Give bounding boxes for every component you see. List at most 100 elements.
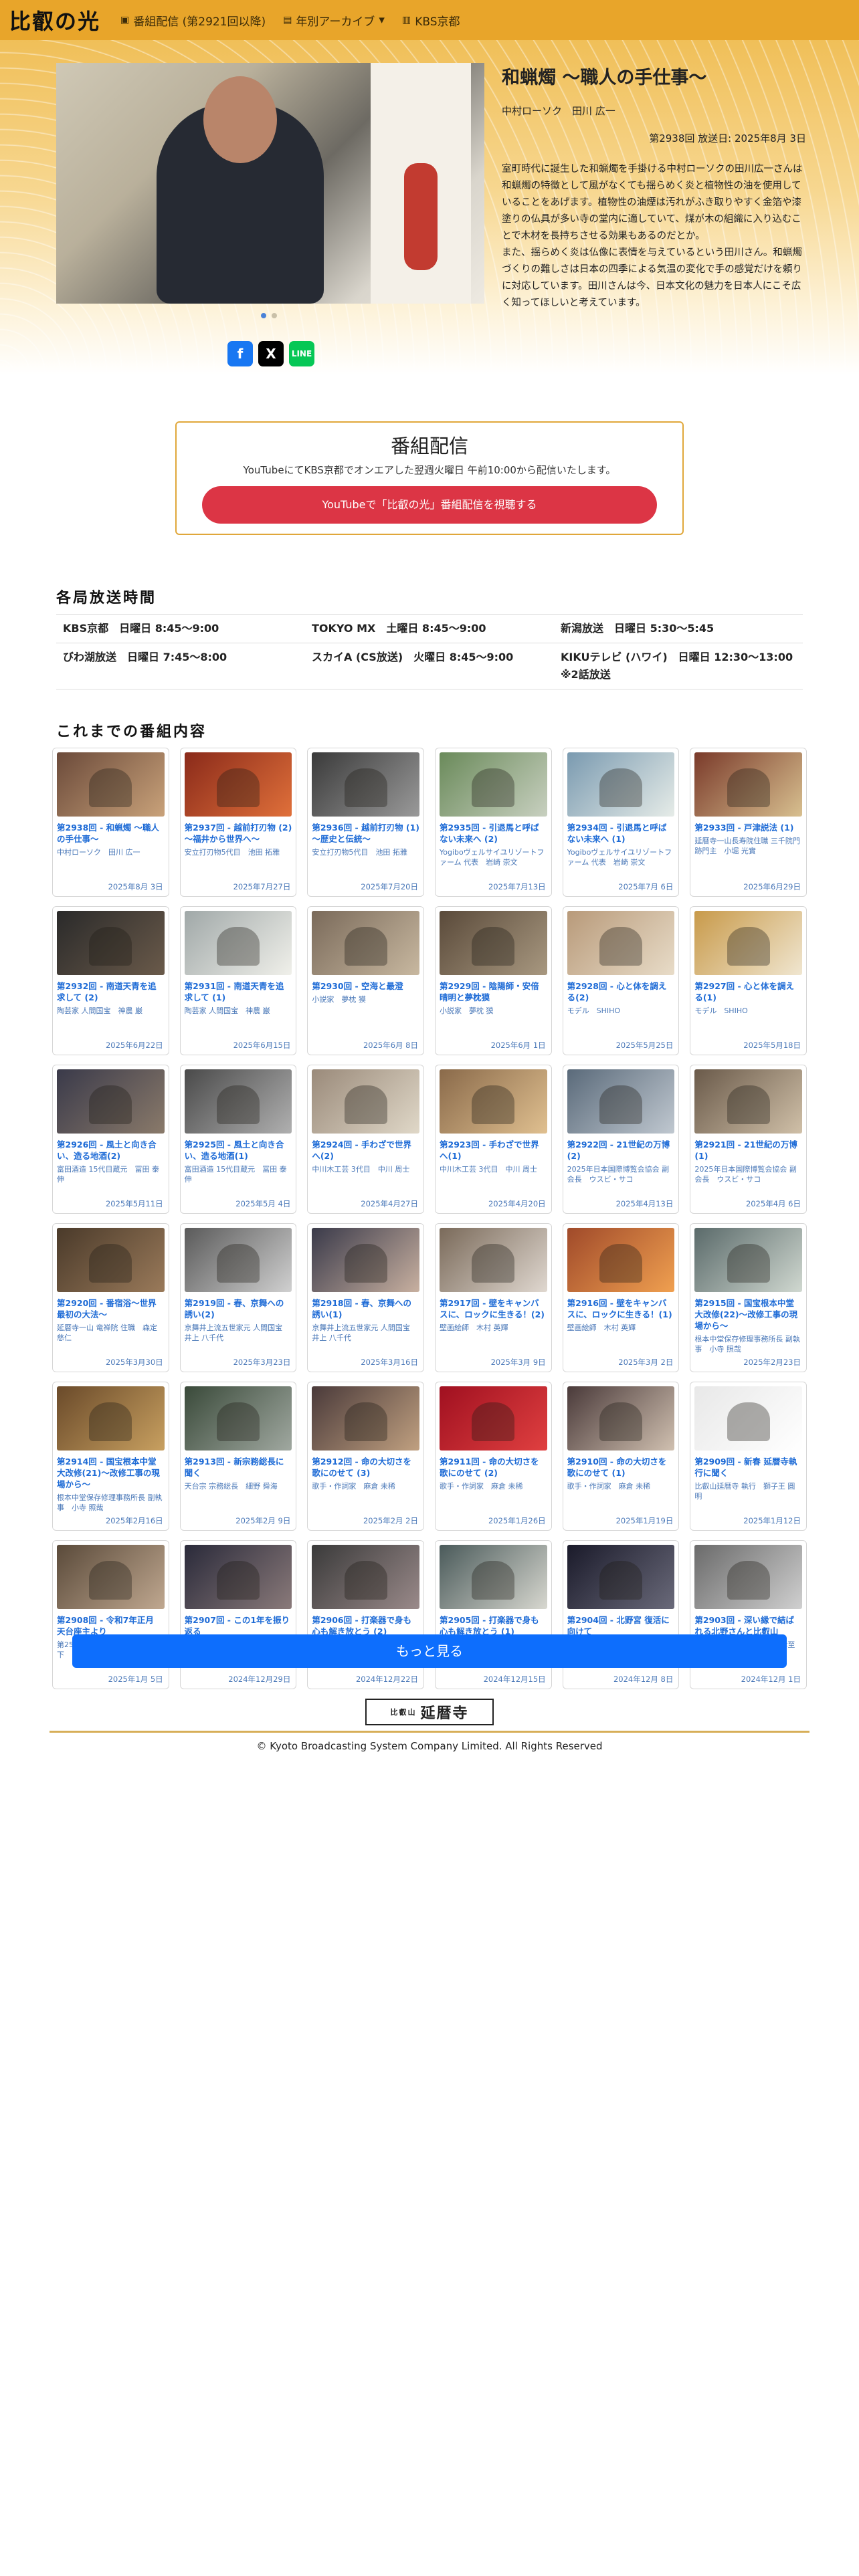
episode-card[interactable]: 第2930回 - 空海と最澄 小説家 夢枕 獏 2025年6月 8日 [307, 906, 424, 1055]
episode-thumbnail[interactable] [567, 752, 675, 817]
hero-slide-image[interactable] [56, 63, 484, 304]
episode-card[interactable]: 第2936回 - 越前打刃物 (1) 〜歴史と伝統〜 安立打刃物5代目 池田 拓雅… [307, 748, 424, 897]
episode-thumbnail[interactable] [184, 1386, 292, 1451]
episode-thumbnail[interactable] [567, 1545, 675, 1609]
episode-thumbnail[interactable] [57, 1069, 165, 1134]
episode-card-title[interactable]: 第2919回 - 春、京舞への誘い(2) [185, 1297, 292, 1320]
episode-thumbnail[interactable] [694, 1069, 802, 1134]
episode-card-title[interactable]: 第2924回 - 手わざで世界へ(2) [312, 1139, 419, 1162]
episode-card[interactable]: 第2924回 - 手わざで世界へ(2) 中川木工芸 3代目 中川 周士 2025年4… [307, 1065, 424, 1214]
episode-card[interactable]: 第2932回 - 南道天青を追求して (2) 陶芸家 人間国宝 神農 巌 2025年… [52, 906, 169, 1055]
episode-thumbnail[interactable] [184, 1545, 292, 1609]
episode-card[interactable]: 第2915回 - 国宝根本中堂大改修(22)〜改修工事の現場から〜 根本中堂保存修… [690, 1223, 807, 1372]
facebook-share-button[interactable]: f [227, 341, 253, 366]
carousel-dot[interactable] [261, 313, 266, 318]
episode-card[interactable]: 第2927回 - 心と体を調える(1) モデル SHIHO 2025年5月18日 [690, 906, 807, 1055]
episode-card[interactable]: 第2910回 - 命の大切さを歌にのせて (1) 歌手・作詞家 麻倉 未稀 2025… [562, 1382, 680, 1531]
episode-card[interactable]: 第2937回 - 越前打刃物 (2) 〜福井から世界へ〜 安立打刃物5代目 池田 … [179, 748, 297, 897]
episode-card[interactable]: 第2909回 - 新春 延暦寺執行に聞く 比叡山延暦寺 執行 獅子王 圓明 2025… [690, 1382, 807, 1531]
episode-thumbnail[interactable] [312, 911, 419, 975]
episode-thumbnail[interactable] [184, 752, 292, 817]
episode-card[interactable]: 第2918回 - 春、京舞への誘い(1) 京舞井上流五世家元 人間国宝 井上 八千… [307, 1223, 424, 1372]
episode-card-title[interactable]: 第2905回 - 打楽器で身も心も解き放とう (1) [440, 1614, 547, 1637]
episode-thumbnail[interactable] [184, 1228, 292, 1292]
episode-card-title[interactable]: 第2921回 - 21世紀の万博(1) [694, 1139, 802, 1162]
episode-card-title[interactable]: 第2935回 - 引退馬と呼ばない未来へ (2) [440, 822, 547, 845]
episode-card[interactable]: 第2926回 - 風土と向き合い、造る地酒(2) 富田酒造 15代目蔵元 冨田 泰… [52, 1065, 169, 1214]
episode-card[interactable]: 第2914回 - 国宝根本中堂大改修(21)〜改修工事の現場から〜 根本中堂保存修… [52, 1382, 169, 1531]
episode-thumbnail[interactable] [567, 911, 675, 975]
episode-card-title[interactable]: 第2917回 - 壁をキャンバスに、ロックに生きる！(2) [440, 1297, 547, 1320]
episode-card-title[interactable]: 第2933回 - 戸津説法 (1) [694, 822, 802, 833]
episode-thumbnail[interactable] [312, 1545, 419, 1609]
episode-card[interactable]: 第2912回 - 命の大切さを歌にのせて (3) 歌手・作詞家 麻倉 未稀 2025… [307, 1382, 424, 1531]
episode-thumbnail[interactable] [312, 752, 419, 817]
episode-thumbnail[interactable] [440, 1228, 547, 1292]
episode-card-title[interactable]: 第2909回 - 新春 延暦寺執行に聞く [694, 1456, 802, 1479]
episode-card[interactable]: 第2935回 - 引退馬と呼ばない未来へ (2) Yogiboヴェルサイユリゾート… [435, 748, 552, 897]
episode-card-title[interactable]: 第2913回 - 新宗務総長に聞く [185, 1456, 292, 1479]
nav-link-kbs[interactable]: ▥ KBS京都 [402, 12, 460, 29]
episode-card-title[interactable]: 第2916回 - 壁をキャンバスに、ロックに生きる！(1) [567, 1297, 675, 1320]
sponsor-logo[interactable]: 比叡山 延暦寺 [365, 1699, 494, 1725]
episode-card[interactable]: 第2920回 - 番宿浴〜世界最初の大法〜 延暦寺一山 竜禅院 住職 森定 慈仁 2… [52, 1223, 169, 1372]
episode-card-title[interactable]: 第2930回 - 空海と最澄 [312, 980, 419, 992]
episode-card-title[interactable]: 第2929回 - 陰陽師・安倍晴明と夢枕獏 [440, 980, 547, 1003]
episode-thumbnail[interactable] [440, 1386, 547, 1451]
episode-card-title[interactable]: 第2923回 - 手わざで世界へ(1) [440, 1139, 547, 1162]
episode-card[interactable]: 第2919回 - 春、京舞への誘い(2) 京舞井上流五世家元 人間国宝 井上 八千… [179, 1223, 297, 1372]
episode-card-title[interactable]: 第2918回 - 春、京舞への誘い(1) [312, 1297, 419, 1320]
nav-link-streaming[interactable]: ▣ 番組配信 (第2921回以降) [120, 12, 266, 29]
episode-card-title[interactable]: 第2904回 - 北野宮 復活に向けて [567, 1614, 675, 1637]
episode-thumbnail[interactable] [312, 1069, 419, 1134]
episode-thumbnail[interactable] [312, 1228, 419, 1292]
episode-thumbnail[interactable] [694, 1228, 802, 1292]
episode-card[interactable]: 第2922回 - 21世紀の万博(2) 2025年日本国際博覧会協会 副会長 ウス… [562, 1065, 680, 1214]
episode-card-title[interactable]: 第2915回 - 国宝根本中堂大改修(22)〜改修工事の現場から〜 [694, 1297, 802, 1331]
episode-card-title[interactable]: 第2906回 - 打楽器で身も心も解き放とう (2) [312, 1614, 419, 1637]
episode-thumbnail[interactable] [694, 1386, 802, 1451]
episode-card-title[interactable]: 第2912回 - 命の大切さを歌にのせて (3) [312, 1456, 419, 1479]
episode-card-title[interactable]: 第2914回 - 国宝根本中堂大改修(21)〜改修工事の現場から〜 [57, 1456, 165, 1490]
episode-card-title[interactable]: 第2922回 - 21世紀の万博(2) [567, 1139, 675, 1162]
episode-thumbnail[interactable] [57, 1545, 165, 1609]
carousel-dot[interactable] [272, 313, 277, 318]
nav-dropdown-archive[interactable]: ▤ 年別アーカイブ ▾ [283, 12, 385, 29]
episode-card[interactable]: 第2931回 - 南道天青を追求して (1) 陶芸家 人間国宝 神農 巌 2025年… [179, 906, 297, 1055]
episode-card[interactable]: 第2934回 - 引退馬と呼ばない未来へ (1) Yogiboヴェルサイユリゾート… [562, 748, 680, 897]
episode-card[interactable]: 第2925回 - 風土と向き合い、造る地酒(1) 富田酒造 15代目蔵元 冨田 泰… [179, 1065, 297, 1214]
x-share-button[interactable]: X [258, 341, 284, 366]
episode-card[interactable]: 第2923回 - 手わざで世界へ(1) 中川木工芸 3代目 中川 周士 2025年4… [435, 1065, 552, 1214]
episode-card[interactable]: 第2916回 - 壁をキャンバスに、ロックに生きる！(1) 壁画絵師 木村 英輝 2… [562, 1223, 680, 1372]
episode-card-title[interactable]: 第2903回 - 深い縁で結ばれる北野さんと比叡山 [694, 1614, 802, 1637]
episode-thumbnail[interactable] [694, 911, 802, 975]
episode-thumbnail[interactable] [440, 1069, 547, 1134]
episode-thumbnail[interactable] [567, 1386, 675, 1451]
episode-card-title[interactable]: 第2927回 - 心と体を調える(1) [694, 980, 802, 1003]
episode-thumbnail[interactable] [694, 752, 802, 817]
episode-card-title[interactable]: 第2908回 - 令和7年正月 天台座主より [57, 1614, 165, 1637]
episode-card[interactable]: 第2921回 - 21世紀の万博(1) 2025年日本国際博覧会協会 副会長 ウス… [690, 1065, 807, 1214]
episode-thumbnail[interactable] [440, 1545, 547, 1609]
episode-thumbnail[interactable] [57, 1386, 165, 1451]
episode-card[interactable]: 第2913回 - 新宗務総長に聞く 天台宗 宗務総長 細野 舜海 2025年2月 9… [179, 1382, 297, 1531]
episode-card-title[interactable]: 第2907回 - この1年を振り返る [185, 1614, 292, 1637]
episode-card-title[interactable]: 第2931回 - 南道天青を追求して (1) [185, 980, 292, 1003]
episode-card-title[interactable]: 第2910回 - 命の大切さを歌にのせて (1) [567, 1456, 675, 1479]
youtube-watch-button[interactable]: YouTubeで「比叡の光」番組配信を視聴する [202, 486, 657, 524]
episode-card-title[interactable]: 第2932回 - 南道天青を追求して (2) [57, 980, 165, 1003]
episode-card-title[interactable]: 第2938回 - 和蝋燭 〜職人の手仕事〜 [57, 822, 165, 845]
episode-thumbnail[interactable] [57, 752, 165, 817]
episode-card[interactable]: 第2933回 - 戸津説法 (1) 延暦寺一山長寿院住職 三千院門跡門主 小堀 光… [690, 748, 807, 897]
episode-thumbnail[interactable] [694, 1545, 802, 1609]
episode-thumbnail[interactable] [312, 1386, 419, 1451]
episode-card-title[interactable]: 第2925回 - 風土と向き合い、造る地酒(1) [185, 1139, 292, 1162]
episode-card-title[interactable]: 第2920回 - 番宿浴〜世界最初の大法〜 [57, 1297, 165, 1320]
episode-thumbnail[interactable] [440, 752, 547, 817]
episode-card-title[interactable]: 第2934回 - 引退馬と呼ばない未来へ (1) [567, 822, 675, 845]
episode-card-title[interactable]: 第2928回 - 心と体を調える(2) [567, 980, 675, 1003]
site-brand[interactable]: 比叡の光 [9, 5, 100, 35]
episode-thumbnail[interactable] [184, 1069, 292, 1134]
episode-card-title[interactable]: 第2911回 - 命の大切さを歌にのせて (2) [440, 1456, 547, 1479]
line-share-button[interactable]: LINE [289, 341, 314, 366]
